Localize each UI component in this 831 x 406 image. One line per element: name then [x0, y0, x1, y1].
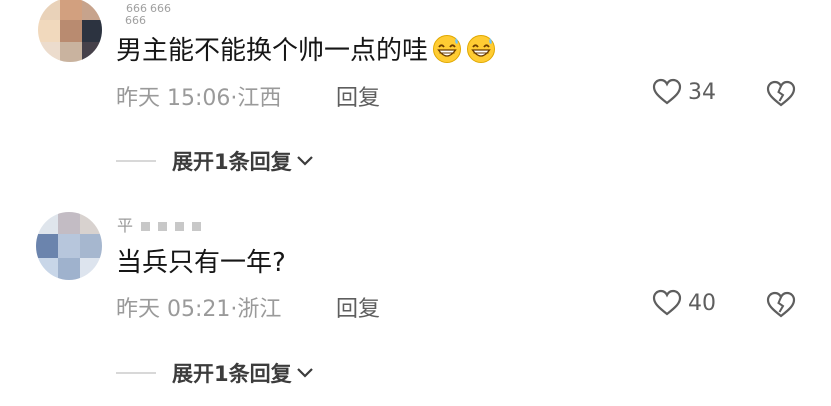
- reply-button[interactable]: 回复: [336, 291, 380, 323]
- comment-item: 平 当兵只有一年? 昨天 05:21·浙江 回复 40 展开1条回复: [0, 190, 831, 406]
- username-mark: 666: [150, 2, 171, 15]
- username-text: 平: [117, 216, 134, 235]
- avatar[interactable]: [38, 0, 102, 62]
- like-button[interactable]: 34: [652, 78, 716, 106]
- expand-replies-label: 展开1条回复: [172, 362, 292, 386]
- comment-location: 江西: [237, 86, 282, 111]
- divider-line: [116, 160, 156, 162]
- broken-heart-icon: [766, 80, 796, 107]
- expand-replies-button[interactable]: 展开1条回复: [116, 358, 314, 388]
- comment-text-body: 男主能不能换个帅一点的哇: [116, 36, 429, 66]
- comment-meta: 昨天 15:06·江西: [116, 80, 281, 112]
- grinning-sweat-emoji-icon: [467, 35, 496, 63]
- comment-text: 当兵只有一年?: [116, 246, 286, 280]
- comment-location: 浙江: [237, 297, 282, 322]
- username-censor: [175, 222, 185, 231]
- chevron-down-icon: [296, 368, 313, 378]
- username-censor: [192, 222, 202, 231]
- expand-replies-label: 展开1条回复: [172, 150, 292, 174]
- chevron-down-icon: [296, 156, 313, 166]
- comment-time: 昨天 05:21: [116, 297, 231, 322]
- comment-text: 男主能不能换个帅一点的哇: [116, 34, 496, 68]
- heart-icon: [652, 289, 682, 316]
- username-censor: [141, 222, 151, 231]
- username-censor: [158, 222, 168, 231]
- username[interactable]: 666666666: [125, 0, 171, 27]
- comment-item: 666666666 男主能不能换个帅一点的哇 昨天 15:06·江西 回复 34…: [0, 0, 831, 190]
- username-mark: 666: [125, 14, 146, 27]
- like-count: 34: [688, 79, 716, 105]
- dislike-button[interactable]: [766, 80, 796, 112]
- comment-time: 昨天 15:06: [116, 86, 231, 111]
- comment-text-body: 当兵只有一年?: [116, 248, 286, 278]
- reply-button[interactable]: 回复: [336, 80, 380, 112]
- expand-replies-button[interactable]: 展开1条回复: [116, 146, 314, 176]
- divider-line: [116, 372, 156, 374]
- dislike-button[interactable]: [766, 291, 796, 323]
- grinning-sweat-emoji-icon: [433, 35, 462, 63]
- heart-icon: [652, 78, 682, 105]
- avatar[interactable]: [36, 212, 102, 280]
- like-count: 40: [688, 290, 716, 316]
- comment-meta: 昨天 05:21·浙江: [116, 291, 281, 323]
- broken-heart-icon: [766, 291, 796, 318]
- like-button[interactable]: 40: [652, 289, 716, 317]
- username[interactable]: 平: [117, 212, 202, 236]
